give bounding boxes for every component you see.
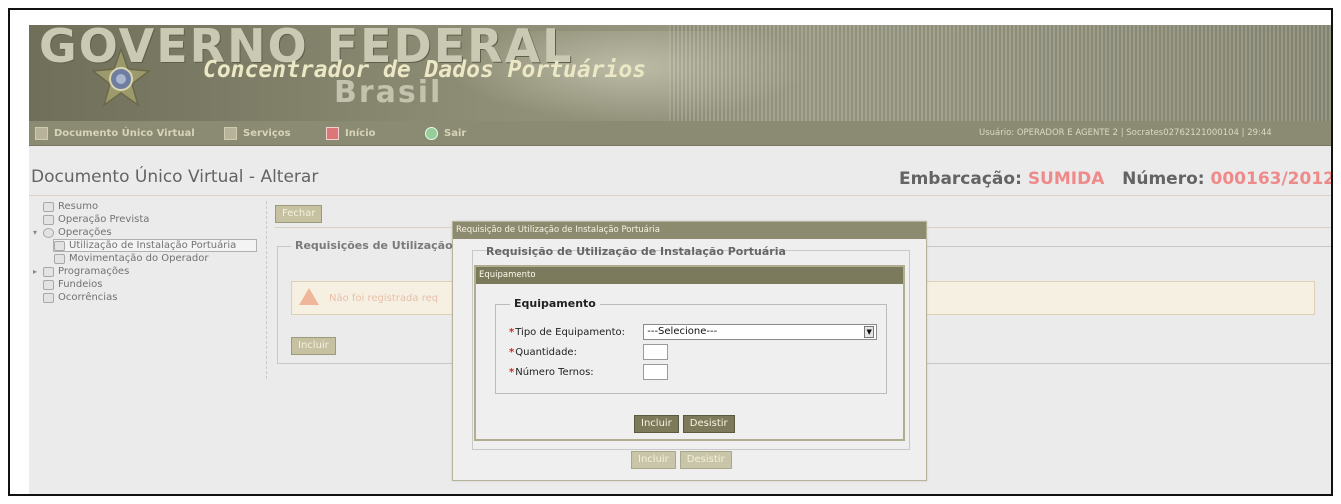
tree-item-operacao-prevista[interactable]: Operação Prevista <box>33 213 263 226</box>
required-marker: * <box>509 366 515 378</box>
user-info: Usuário: OPERADOR E AGENTE 2 | Socrates0… <box>979 128 1272 138</box>
numero-ternos-row: * Número Ternos: <box>509 364 669 380</box>
tipo-equipamento-row: * Tipo de Equipamento: ---Selecione--- ▼ <box>509 324 878 340</box>
required-marker: * <box>509 326 515 338</box>
tree-item-programacoes[interactable]: ▸ Programações <box>33 265 263 278</box>
numero-ternos-label: Número Ternos: <box>515 366 594 378</box>
request-cancel-button[interactable]: Desistir <box>679 451 732 469</box>
page-icon <box>43 201 54 212</box>
nav-sair[interactable]: Sair <box>425 127 466 140</box>
required-marker: * <box>509 346 515 358</box>
top-nav: Documento Único Virtual Serviços Início … <box>29 121 1331 146</box>
equipment-modal-buttons: Incluir Desistir <box>634 415 735 433</box>
exit-icon <box>425 127 438 140</box>
tree-label: Utilização de Instalação Portuária <box>69 240 237 251</box>
tree-item-ocorrencias[interactable]: Ocorrências <box>33 291 263 304</box>
warning-icon <box>299 288 319 305</box>
select-value: ---Selecione--- <box>647 326 718 337</box>
collapse-toggle-icon[interactable]: ▾ <box>33 228 43 237</box>
vessel-info: Embarcação: SUMIDA Número: 000163/2012 <box>898 169 1333 189</box>
banner-texture <box>669 25 1331 121</box>
tree-item-movimentacao-operador[interactable]: Movimentação do Operador <box>54 252 263 265</box>
nav-label: Documento Único Virtual <box>54 128 195 139</box>
navigation-tree: Resumo Operação Prevista ▾ Operações Uti… <box>33 200 263 304</box>
nav-inicio[interactable]: Início <box>326 127 376 140</box>
quantidade-input[interactable] <box>643 344 669 360</box>
page-icon <box>43 214 54 225</box>
equipment-cancel-button[interactable]: Desistir <box>682 415 735 433</box>
tree-label: Operação Prevista <box>58 214 150 225</box>
document-icon <box>35 127 48 140</box>
warning-text: Não foi registrada req <box>329 293 439 304</box>
equipment-modal-title: Equipamento <box>476 267 903 284</box>
number-value: 000163/2012 <box>1210 169 1333 189</box>
services-icon <box>224 127 237 140</box>
tree-label: Resumo <box>58 201 99 212</box>
page-icon <box>54 253 65 264</box>
app-window: GOVERNO FEDERAL Concentrador de Dados Po… <box>29 25 1333 494</box>
home-icon <box>326 127 339 140</box>
request-include-button[interactable]: Incluir <box>631 451 676 469</box>
title-divider <box>29 195 1331 196</box>
request-modal-buttons: Incluir Desistir <box>631 451 732 469</box>
tree-label: Movimentação do Operador <box>69 253 209 264</box>
tree-label: Programações <box>58 266 130 277</box>
calendar-icon <box>43 266 54 277</box>
nav-servicos[interactable]: Serviços <box>224 127 291 140</box>
number-label: Número: <box>1122 169 1205 189</box>
tree-item-resumo[interactable]: Resumo <box>33 200 263 213</box>
page-title: Documento Único Virtual - Alterar <box>31 167 319 187</box>
include-button[interactable]: Incluir <box>291 337 336 355</box>
nav-documento-unico-virtual[interactable]: Documento Único Virtual <box>35 127 195 140</box>
country-name: Brasil <box>334 75 443 110</box>
nav-label: Serviços <box>243 128 291 139</box>
tree-label: Operações <box>58 227 112 238</box>
tipo-equipamento-label: Tipo de Equipamento: <box>515 326 626 338</box>
nav-label: Início <box>345 128 376 139</box>
tipo-equipamento-select[interactable]: ---Selecione--- ▼ <box>643 324 878 340</box>
screen-frame: GOVERNO FEDERAL Concentrador de Dados Po… <box>8 8 1333 496</box>
tree-label: Ocorrências <box>58 292 118 303</box>
page-icon <box>43 292 54 303</box>
tree-item-utilizacao-instalacao[interactable]: Utilização de Instalação Portuária <box>53 239 257 252</box>
request-modal-title: Requisição de Utilização de Instalação P… <box>453 222 926 239</box>
numero-ternos-input[interactable] <box>643 364 669 380</box>
tree-separator <box>266 201 267 379</box>
page-icon <box>54 240 65 251</box>
request-fieldset-legend: Requisição de Utilização de Instalação P… <box>486 245 786 258</box>
quantidade-row: * Quantidade: <box>509 344 669 360</box>
quantidade-label: Quantidade: <box>515 346 577 358</box>
nav-label: Sair <box>444 128 467 139</box>
equipment-include-button[interactable]: Incluir <box>634 415 679 433</box>
vessel-name: SUMIDA <box>1027 169 1105 189</box>
tree-item-fundeios[interactable]: Fundeios <box>33 278 263 291</box>
equipment-legend: Equipamento <box>510 297 600 310</box>
vessel-label: Embarcação: <box>898 169 1022 189</box>
equipment-modal: Equipamento Equipamento * Tipo de Equipa… <box>474 265 905 441</box>
requests-legend: Requisições de Utilização de <box>291 239 476 252</box>
close-button[interactable]: Fechar <box>275 205 323 223</box>
page-icon <box>43 279 54 290</box>
brazil-seal-icon <box>91 47 151 107</box>
header-banner: GOVERNO FEDERAL Concentrador de Dados Po… <box>29 25 1331 121</box>
dropdown-arrow-icon[interactable]: ▼ <box>864 326 875 338</box>
tree-label: Fundeios <box>58 279 103 290</box>
expand-toggle-icon[interactable]: ▸ <box>33 267 43 276</box>
tree-item-operacoes[interactable]: ▾ Operações <box>33 226 263 239</box>
gear-icon <box>43 227 54 238</box>
